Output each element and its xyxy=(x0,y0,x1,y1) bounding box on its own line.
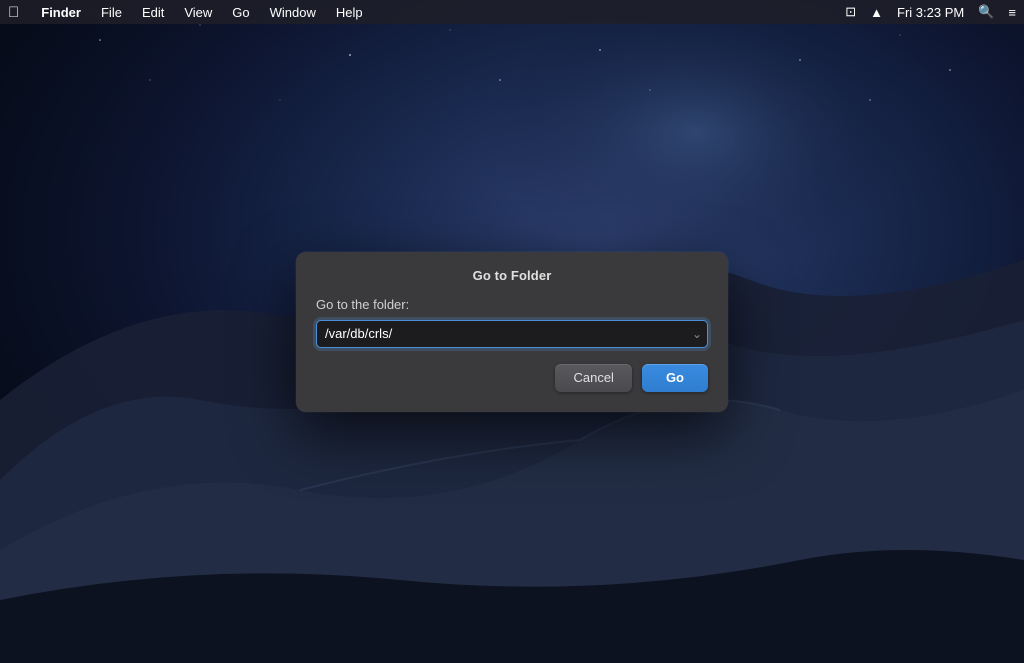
cancel-button[interactable]: Cancel xyxy=(555,364,631,392)
go-to-folder-dialog: Go to Folder Go to the folder: ⌄ Cancel … xyxy=(296,252,728,412)
folder-label: Go to the folder: xyxy=(316,297,708,312)
dialog-buttons: Cancel Go xyxy=(316,364,708,392)
folder-path-input[interactable] xyxy=(316,320,708,348)
dialog-overlay: Go to Folder Go to the folder: ⌄ Cancel … xyxy=(0,0,1024,663)
input-container: ⌄ xyxy=(316,320,708,348)
go-button[interactable]: Go xyxy=(642,364,708,392)
dialog-title: Go to Folder xyxy=(316,268,708,283)
